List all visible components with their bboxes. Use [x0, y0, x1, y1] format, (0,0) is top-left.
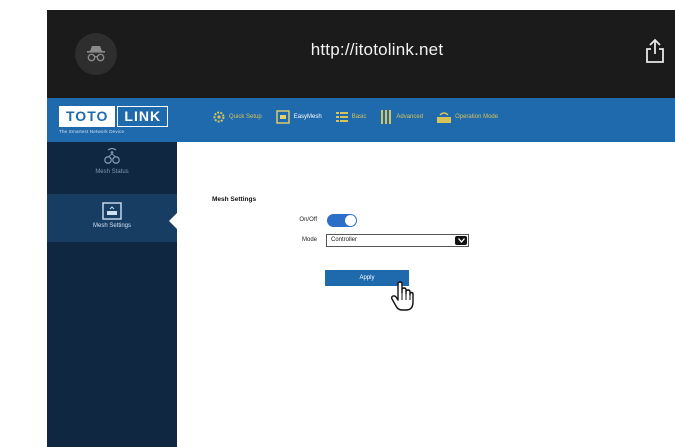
hand-pointer-cursor-icon	[390, 280, 416, 317]
share-icon[interactable]	[644, 38, 666, 69]
mesh-settings-icon	[102, 202, 122, 220]
nav-quick-setup[interactable]: Quick Setup	[213, 111, 262, 123]
device-screen: http://itotolink.net TOTO LINK The Smart…	[47, 10, 675, 447]
url-bar[interactable]: http://itotolink.net	[197, 40, 557, 60]
logo-tagline: The Smartest Network Device	[59, 129, 125, 134]
browser-bar: http://itotolink.net	[47, 10, 675, 98]
nav-label: Basic	[351, 114, 367, 120]
mesh-icon	[275, 110, 290, 124]
top-nav-items: Quick Setup EasyMesh Basic Advanced Oper…	[213, 110, 512, 124]
mode-label: Mode	[301, 237, 317, 243]
nav-advanced[interactable]: Advanced	[380, 110, 423, 124]
nav-operation-mode[interactable]: Operation Mode	[437, 111, 498, 123]
router-top-nav: TOTO LINK The Smartest Network Device Qu…	[47, 98, 675, 142]
incognito-icon[interactable]	[75, 33, 117, 75]
totolink-logo: TOTO LINK The Smartest Network Device	[59, 106, 169, 134]
mesh-onoff-toggle[interactable]	[327, 214, 357, 227]
logo-text-left: TOTO	[59, 106, 116, 127]
mode-select[interactable]: Controller	[326, 234, 469, 247]
nav-label: EasyMesh	[293, 114, 322, 120]
chevron-down-icon	[455, 236, 467, 245]
onoff-label: On/Off	[299, 217, 317, 223]
wifi-icon	[437, 111, 452, 123]
nav-label: Quick Setup	[229, 114, 262, 120]
list-icon	[335, 111, 348, 123]
sidebar-item-mesh-status[interactable]: Mesh Status	[47, 148, 177, 188]
logo-text-right: LINK	[117, 106, 169, 127]
nav-basic[interactable]: Basic	[335, 111, 367, 123]
gear-icon	[213, 111, 225, 123]
bars-icon	[380, 110, 392, 124]
sidebar-item-label: Mesh Status	[95, 169, 129, 175]
nav-label: Advanced	[396, 114, 424, 120]
sidebar-item-mesh-settings[interactable]: Mesh Settings	[47, 194, 177, 242]
section-title: Mesh Settings	[212, 196, 257, 203]
nav-label: Operation Mode	[455, 114, 499, 120]
nav-easymesh[interactable]: EasyMesh	[275, 110, 322, 124]
sidebar-item-label: Mesh Settings	[92, 223, 132, 229]
mode-select-value: Controller	[331, 237, 358, 243]
toggle-knob	[345, 215, 356, 226]
sidebar: Mesh Status Mesh Settings	[47, 142, 178, 447]
main-content: Mesh Settings On/Off Mode Controller App…	[177, 142, 675, 447]
mesh-status-icon	[104, 148, 120, 164]
